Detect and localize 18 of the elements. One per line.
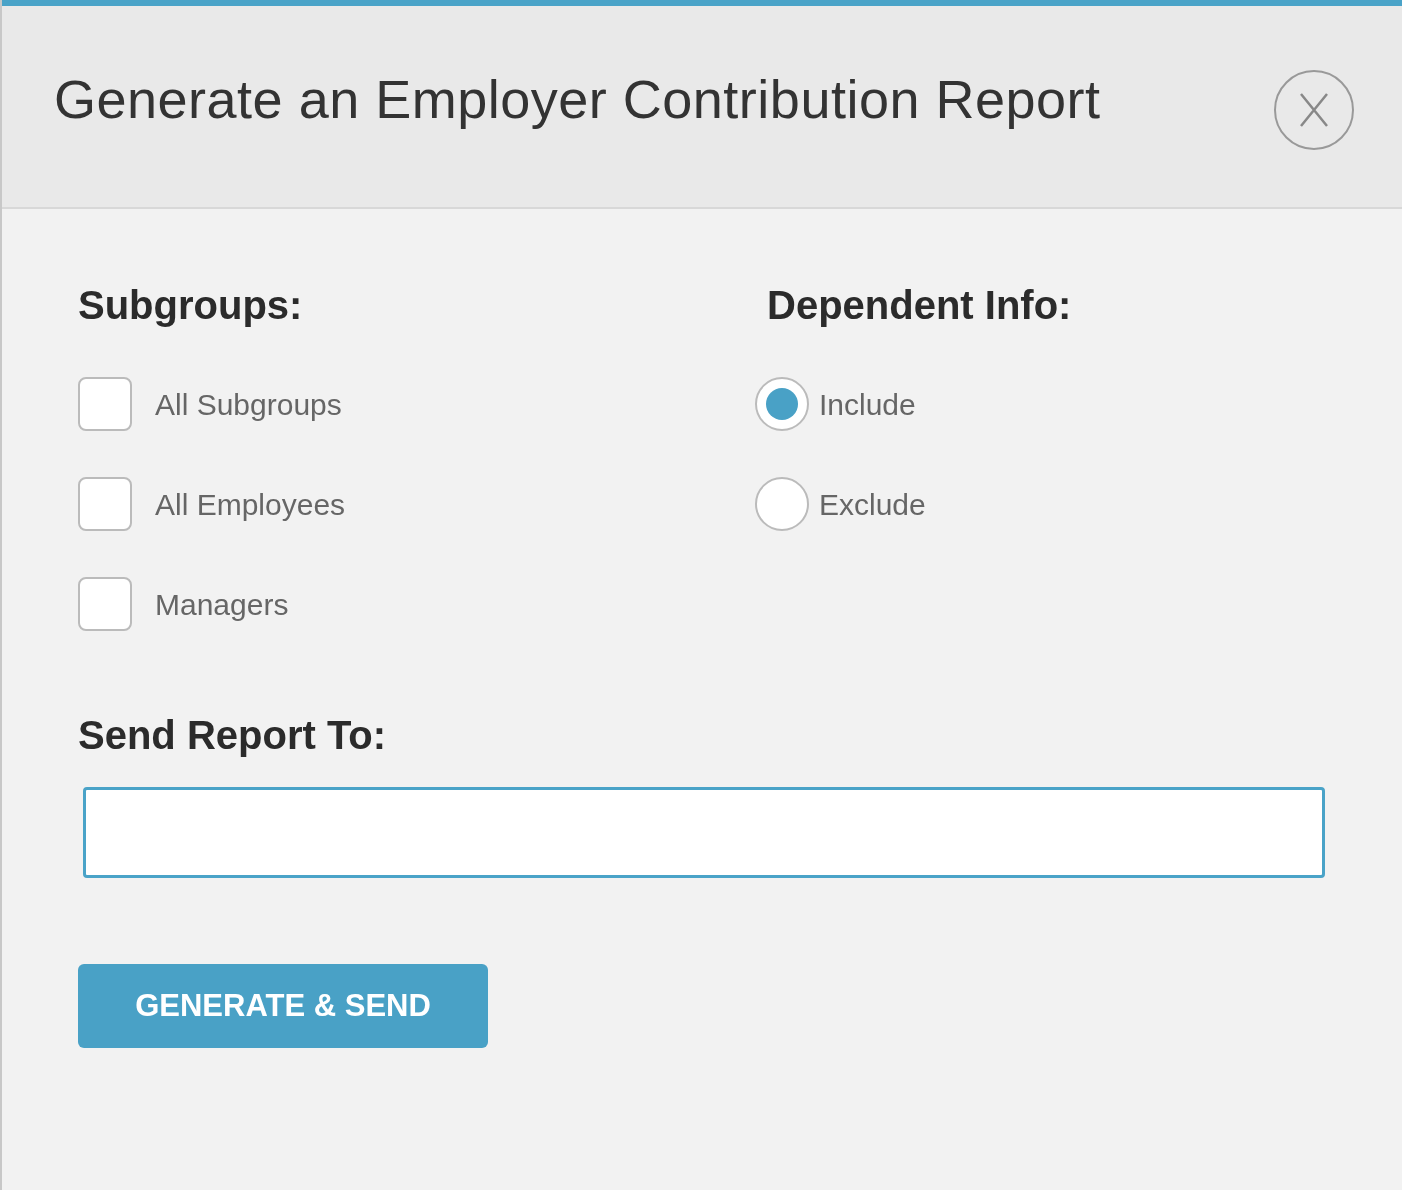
generate-send-button[interactable]: GENERATE & SEND [78, 964, 488, 1048]
checkbox-label: All Subgroups [155, 386, 342, 423]
checkbox[interactable] [78, 477, 132, 531]
section-heading: Send Report To: [78, 712, 388, 759]
radio-label: Exclude [819, 486, 926, 523]
checkbox-label: Managers [155, 586, 289, 623]
dialog-title: Generate an Employer Contribution Report [54, 68, 1101, 131]
radio-button[interactable] [755, 477, 809, 531]
checkbox[interactable] [78, 377, 132, 431]
close-icon [1299, 93, 1329, 127]
section-heading: Subgroups: [78, 282, 304, 329]
radio-button[interactable] [755, 377, 809, 431]
section-heading: Dependent Info: [767, 282, 1072, 329]
checkbox-label: All Employees [155, 486, 346, 523]
radio-label: Include [819, 386, 916, 423]
checkbox[interactable] [78, 577, 132, 631]
close-button[interactable] [1274, 70, 1354, 150]
email-input-field[interactable] [83, 787, 1325, 878]
